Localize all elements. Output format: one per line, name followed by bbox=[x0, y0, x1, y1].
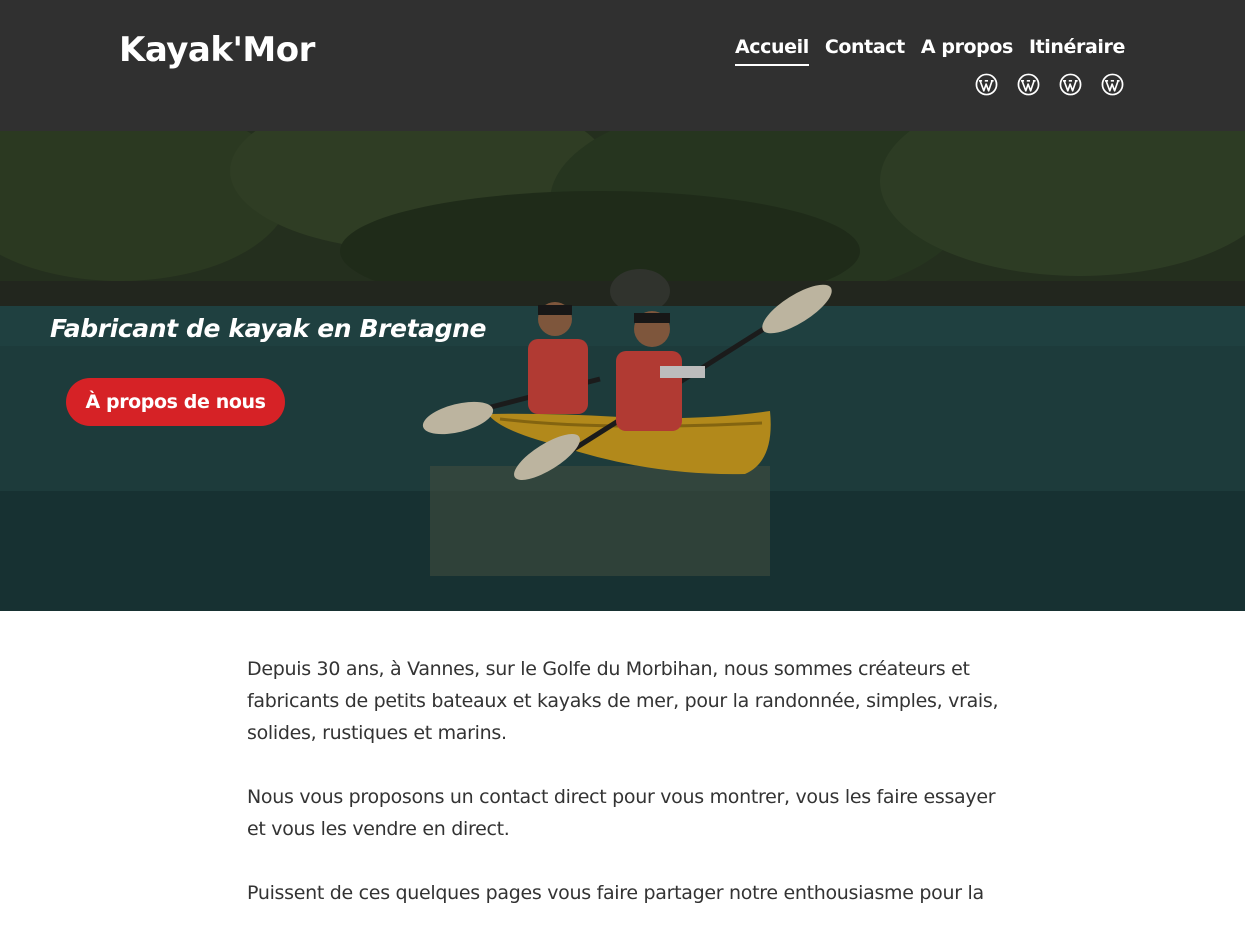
site-header: Kayak'Mor Accueil Contact A propos Itiné… bbox=[0, 0, 1245, 131]
main-nav: Accueil Contact A propos Itinéraire bbox=[734, 36, 1125, 66]
contact-paragraph: Nous vous proposons un contact direct po… bbox=[247, 786, 996, 840]
wordpress-icon[interactable] bbox=[975, 73, 998, 96]
hero-banner: Fabricant de kayak en Bretagne À propos … bbox=[0, 131, 1245, 611]
about-us-button[interactable]: À propos de nous bbox=[66, 378, 285, 426]
social-links bbox=[975, 73, 1124, 96]
nav-item-a-propos[interactable]: A propos bbox=[921, 36, 1014, 66]
hero-overlay bbox=[0, 131, 1245, 611]
main-content: Depuis 30 ans, à Vannes, sur le Golfe du… bbox=[247, 653, 1007, 941]
nav-item-contact[interactable]: Contact bbox=[825, 36, 905, 66]
nav-item-accueil[interactable]: Accueil bbox=[734, 36, 809, 66]
closing-paragraph: Puissent de ces quelques pages vous fair… bbox=[247, 882, 984, 904]
intro-paragraph: Depuis 30 ans, à Vannes, sur le Golfe du… bbox=[247, 658, 999, 744]
wordpress-icon[interactable] bbox=[1101, 73, 1124, 96]
site-title[interactable]: Kayak'Mor bbox=[119, 30, 315, 70]
hero-tagline: Fabricant de kayak en Bretagne bbox=[50, 314, 487, 343]
wordpress-icon[interactable] bbox=[1059, 73, 1082, 96]
wordpress-icon[interactable] bbox=[1017, 73, 1040, 96]
nav-item-itineraire[interactable]: Itinéraire bbox=[1029, 36, 1125, 66]
